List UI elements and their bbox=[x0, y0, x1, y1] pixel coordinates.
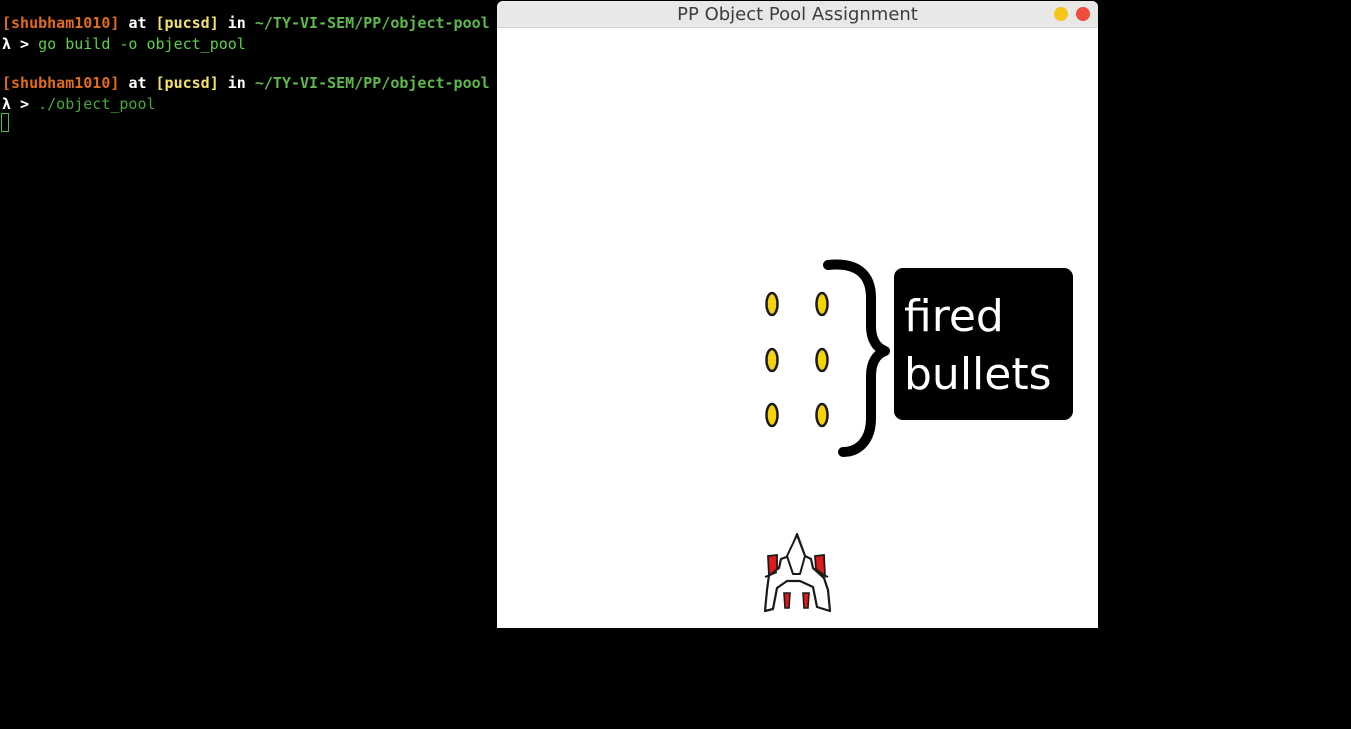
fired-bullets-callout: fired bullets bbox=[894, 268, 1073, 420]
prompt-in: in bbox=[227, 74, 246, 92]
curly-brace-icon bbox=[823, 259, 890, 457]
prompt-at: at bbox=[128, 74, 147, 92]
spaceship-icon bbox=[763, 532, 832, 613]
prompt-hostname: [pucsd] bbox=[155, 74, 219, 92]
bullet bbox=[815, 347, 829, 373]
window-title: PP Object Pool Assignment bbox=[677, 4, 918, 25]
desktop-screen: [shubham1010] at [pucsd] in ~/TY-VI-SEM/… bbox=[0, 0, 1351, 729]
prompt-lambda: λ > bbox=[2, 95, 30, 113]
callout-line-2: bullets bbox=[904, 349, 1052, 400]
prompt-at: at bbox=[128, 14, 147, 32]
bullet bbox=[765, 402, 779, 428]
minimize-button[interactable] bbox=[1054, 7, 1068, 21]
command-text: ./object_pool bbox=[38, 95, 156, 113]
bullet bbox=[765, 291, 779, 317]
bullet bbox=[815, 291, 829, 317]
prompt-lambda: λ > bbox=[2, 35, 30, 53]
game-canvas[interactable]: fired bullets bbox=[497, 28, 1098, 628]
window-titlebar[interactable]: PP Object Pool Assignment bbox=[497, 1, 1098, 28]
prompt-path: ~/TY-VI-SEM/PP/object-pool bbox=[254, 14, 490, 32]
terminal-prompt-line: [shubham1010] at [pucsd] in ~/TY-VI-SEM/… bbox=[2, 73, 490, 93]
prompt-in: in bbox=[227, 14, 246, 32]
close-button[interactable] bbox=[1076, 7, 1090, 21]
prompt-username: [shubham1010] bbox=[2, 74, 120, 92]
callout-line-1: fired bbox=[904, 291, 1004, 342]
terminal-command-line: λ > go build -o object_pool bbox=[2, 34, 246, 54]
terminal-command-line: λ > ./object_pool bbox=[2, 94, 156, 114]
prompt-hostname: [pucsd] bbox=[155, 14, 219, 32]
command-text: go build -o object_pool bbox=[38, 35, 246, 53]
prompt-username: [shubham1010] bbox=[2, 14, 120, 32]
terminal-cursor bbox=[1, 113, 9, 132]
terminal[interactable]: [shubham1010] at [pucsd] in ~/TY-VI-SEM/… bbox=[0, 0, 497, 729]
bullets-group bbox=[765, 291, 829, 428]
game-window[interactable]: PP Object Pool Assignment fired bullets bbox=[497, 1, 1098, 628]
bullet bbox=[765, 347, 779, 373]
terminal-prompt-line: [shubham1010] at [pucsd] in ~/TY-VI-SEM/… bbox=[2, 13, 490, 33]
callout-label: fired bullets bbox=[904, 288, 1052, 404]
bullet bbox=[815, 402, 829, 428]
prompt-path: ~/TY-VI-SEM/PP/object-pool bbox=[254, 74, 490, 92]
